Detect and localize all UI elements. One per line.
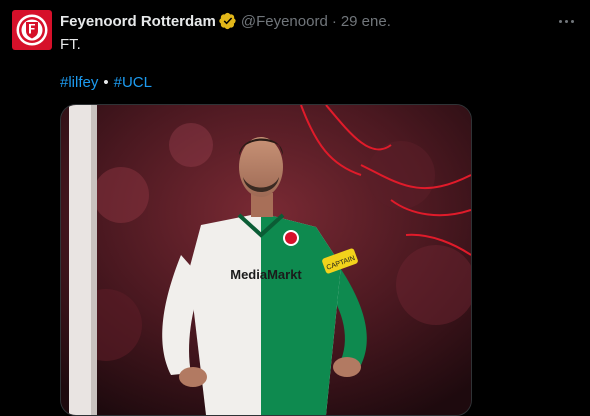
tweet-photo[interactable]: MediaMarkt CAPTAIN <box>60 104 472 416</box>
author-name[interactable]: Feyenoord Rotterdam <box>60 13 216 30</box>
author-handle[interactable]: @Feyenoord <box>241 13 328 30</box>
verified-badge-icon[interactable] <box>219 12 237 30</box>
tweet-text: FT. <box>60 36 81 53</box>
header-separator: · <box>331 12 337 30</box>
avatar[interactable] <box>12 10 52 50</box>
jersey-sponsor: MediaMarkt <box>230 267 302 282</box>
hashtag-ucl[interactable]: #UCL <box>114 74 152 91</box>
hashtag-separator: • <box>103 74 109 91</box>
more-options-icon[interactable] <box>556 12 576 30</box>
hashtag-row: #lilfey • #UCL <box>60 74 152 91</box>
hashtag-lilfey[interactable]: #lilfey <box>60 74 98 91</box>
player-photo: MediaMarkt CAPTAIN <box>61 105 471 415</box>
tweet-header: Feyenoord Rotterdam @Feyenoord · 29 ene. <box>60 10 590 32</box>
timestamp[interactable]: 29 ene. <box>341 13 391 30</box>
feyenoord-crest-icon <box>16 14 48 46</box>
